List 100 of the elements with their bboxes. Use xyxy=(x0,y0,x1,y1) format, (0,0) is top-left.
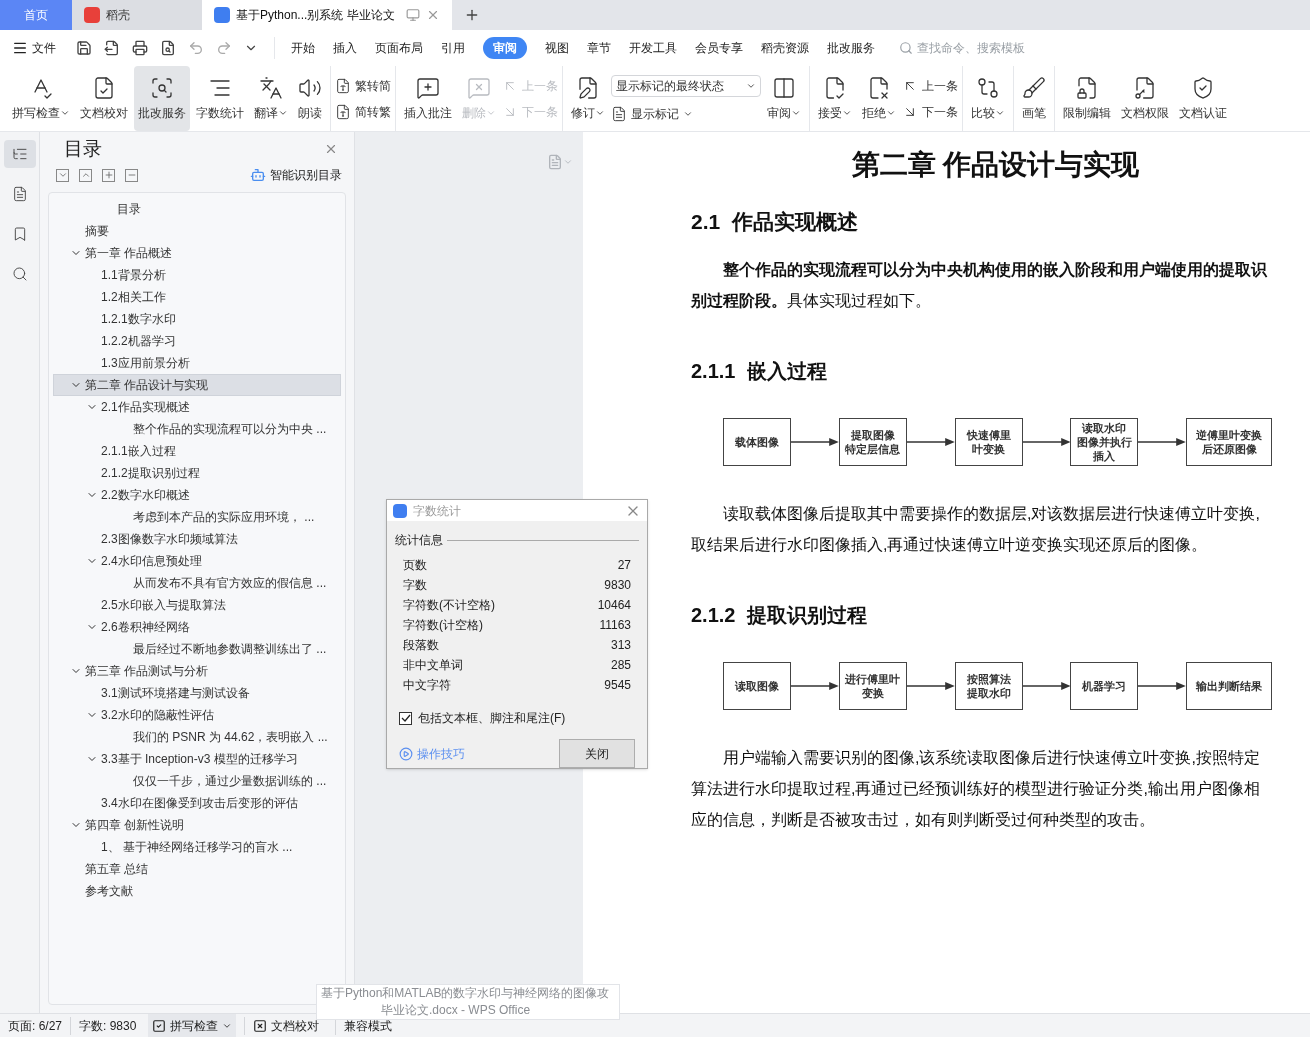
outline-item[interactable]: 2.1.2提取识别过程 xyxy=(53,462,341,484)
checkbox-label[interactable]: 包括文本框、脚注和尾注(F) xyxy=(418,709,566,727)
ribbon-button[interactable]: 朗读 xyxy=(294,66,326,131)
word-count[interactable]: 字数: 9830 xyxy=(79,1016,141,1035)
outline-item[interactable]: 仅仅一千步，通过少量数据训练的 ... xyxy=(53,770,341,792)
file-tooltip: 基于Python和MATLAB的数字水印与神经网络的图像攻 毕业论文.docx - WPS Office xyxy=(316,984,620,1020)
outline-item[interactable]: 整个作品的实现流程可以分为中央 ... xyxy=(53,418,341,440)
ribbon-button[interactable]: 简转繁 xyxy=(335,102,391,121)
smart-toc-button[interactable]: 智能识别目录 xyxy=(250,166,342,184)
outline-item[interactable]: 第三章 作品测试与分析 xyxy=(53,660,341,682)
ribbon-button[interactable]: 审阅 xyxy=(763,66,805,131)
redo-icon[interactable] xyxy=(216,40,232,56)
ribbon-button[interactable]: 上一条 xyxy=(902,76,958,95)
outline-item[interactable]: 1.1背景分析 xyxy=(53,264,341,286)
outline-item[interactable]: 1.2.1数字水印 xyxy=(53,308,341,330)
ribbon-tab[interactable]: 引用 xyxy=(441,39,465,57)
outline-item[interactable]: 2.1作品实现概述 xyxy=(53,396,341,418)
ribbon-button[interactable]: 画笔 xyxy=(1018,66,1050,131)
close-icon[interactable] xyxy=(324,142,338,156)
ribbon-button[interactable]: 文档校对 xyxy=(76,66,132,131)
document-tab[interactable]: 基于Python...别系统 毕业论文 xyxy=(202,0,452,30)
outline-item[interactable]: 2.1.1嵌入过程 xyxy=(53,440,341,462)
ribbon-button[interactable]: 文档认证 xyxy=(1175,66,1231,131)
checkbox[interactable] xyxy=(399,711,412,725)
command-search-field[interactable]: 查找命令、搜索模板 xyxy=(899,39,1047,57)
document-view-icon[interactable] xyxy=(547,152,573,172)
ribbon-tab[interactable]: 插入 xyxy=(333,39,357,57)
ribbon-button[interactable]: 批改服务 xyxy=(134,66,190,131)
outline-item[interactable]: 1.3应用前景分析 xyxy=(53,352,341,374)
outline-item[interactable]: 第五章 总结 xyxy=(53,858,341,880)
ribbon-tab[interactable]: 页面布局 xyxy=(375,39,423,57)
ribbon-tab[interactable]: 开始 xyxy=(291,39,315,57)
outline-item[interactable]: 1.2相关工作 xyxy=(53,286,341,308)
outline-item[interactable]: 我们的 PSNR 为 44.62，表明嵌入 ... xyxy=(53,726,341,748)
outline-item[interactable]: 3.3基于 Inception-v3 模型的迁移学习 xyxy=(53,748,341,770)
save-icon[interactable] xyxy=(76,40,92,56)
step-text: 逆傅里叶变换 xyxy=(1196,427,1262,442)
ribbon-button[interactable]: 文档权限 xyxy=(1117,66,1173,131)
subsection-heading: 2.1.2 提取识别过程 xyxy=(691,602,869,628)
step-text: 变换 xyxy=(861,685,884,700)
outline-item[interactable]: 2.6卷积神经网络 xyxy=(53,616,341,638)
outline-item[interactable]: 3.2水印的隐蔽性评估 xyxy=(53,704,341,726)
outline-item[interactable]: 1.2.2机器学习 xyxy=(53,330,341,352)
expand-up-icon[interactable] xyxy=(79,168,92,182)
outline-item[interactable]: 2.4水印信息预处理 xyxy=(53,550,341,572)
export-icon[interactable] xyxy=(104,40,120,56)
collapse-all-icon[interactable] xyxy=(56,168,69,182)
ribbon-button[interactable]: 修订 xyxy=(567,66,609,131)
close-icon[interactable] xyxy=(426,8,440,22)
ribbon-button[interactable]: 字数统计 xyxy=(192,66,248,131)
expand-icon[interactable] xyxy=(102,168,115,182)
flow-arrow xyxy=(1138,679,1186,692)
outline-item[interactable]: 第四章 创新性说明 xyxy=(53,814,341,836)
menu-icon xyxy=(12,40,28,56)
outline-item[interactable]: 从而发布不具有官方效应的假信息 ... xyxy=(53,572,341,594)
monitor-icon[interactable] xyxy=(406,8,420,22)
outline-item[interactable]: 参考文献 xyxy=(53,880,341,902)
outline-item[interactable]: 摘要 xyxy=(53,220,341,242)
outline-item[interactable]: 2.5水印嵌入与提取算法 xyxy=(53,594,341,616)
outline-item[interactable]: 考虑到本产品的实际应用环境， ... xyxy=(53,506,341,528)
ribbon-tab[interactable]: 章节 xyxy=(587,39,611,57)
ribbon-button[interactable]: 翻译 xyxy=(250,66,292,131)
collapse-icon[interactable] xyxy=(125,168,138,182)
ribbon-button[interactable]: 插入批注 xyxy=(400,66,456,131)
ribbon-tab[interactable]: 稻壳资源 xyxy=(761,39,809,57)
new-tab-icon[interactable] xyxy=(464,7,480,23)
ribbon-button[interactable]: 拒绝 xyxy=(858,66,900,131)
outline-item[interactable]: 最后经过不断地参数调整训练出了 ... xyxy=(53,638,341,660)
markup-dropdown[interactable]: 显示标记的最终状态 xyxy=(611,74,761,97)
spellcheck-button[interactable]: 拼写检查 xyxy=(148,1014,237,1037)
outline-item[interactable]: 1、 基于神经网络迁移学习的盲水 ... xyxy=(53,836,341,858)
sidebar-button[interactable] xyxy=(3,140,36,168)
comment-x-icon xyxy=(467,75,491,100)
outline-item[interactable]: 3.4水印在图像受到攻击后变形的评估 xyxy=(53,792,341,814)
ribbon-button[interactable]: 限制编辑 xyxy=(1059,66,1115,131)
outline-item[interactable]: 第二章 作品设计与实现 xyxy=(53,374,341,396)
document-tab[interactable]: 稻壳 xyxy=(72,0,202,30)
ribbon-tab[interactable]: 视图 xyxy=(545,39,569,57)
ribbon-tab[interactable]: 批改服务 xyxy=(827,39,875,57)
ribbon-button[interactable]: 下一条 xyxy=(902,102,958,121)
ribbon-tab[interactable]: 审阅 xyxy=(483,37,527,59)
stat-value: 10464 xyxy=(597,597,631,614)
ribbon-button[interactable]: 拼写检查 xyxy=(8,66,74,131)
close-button[interactable]: 关闭 xyxy=(559,739,635,768)
ribbon-tab[interactable]: 开发工具 xyxy=(629,39,677,57)
outline-item[interactable]: 2.2数字水印概述 xyxy=(53,484,341,506)
ribbon-tab[interactable]: 会员专享 xyxy=(695,39,743,57)
file-menu[interactable]: 文件 xyxy=(12,39,68,57)
outline-item[interactable]: 2.3图像数字水印频域算法 xyxy=(53,528,341,550)
outline-item[interactable]: 3.1测试环境搭建与测试设备 xyxy=(53,682,341,704)
app-logo-icon xyxy=(84,7,100,23)
undo-icon[interactable] xyxy=(188,40,204,56)
print-icon[interactable] xyxy=(132,40,148,56)
ribbon-button[interactable]: 接受 xyxy=(814,66,856,131)
ribbon-button[interactable]: 显示标记 xyxy=(611,104,761,123)
preview-icon[interactable] xyxy=(160,40,176,56)
ribbon-button[interactable]: 繁转简 xyxy=(335,76,391,95)
outline-item[interactable]: 第一章 作品概述 xyxy=(53,242,341,264)
ribbon-button[interactable]: 比较 xyxy=(967,66,1009,131)
outline-item[interactable]: 目录 xyxy=(53,198,341,220)
